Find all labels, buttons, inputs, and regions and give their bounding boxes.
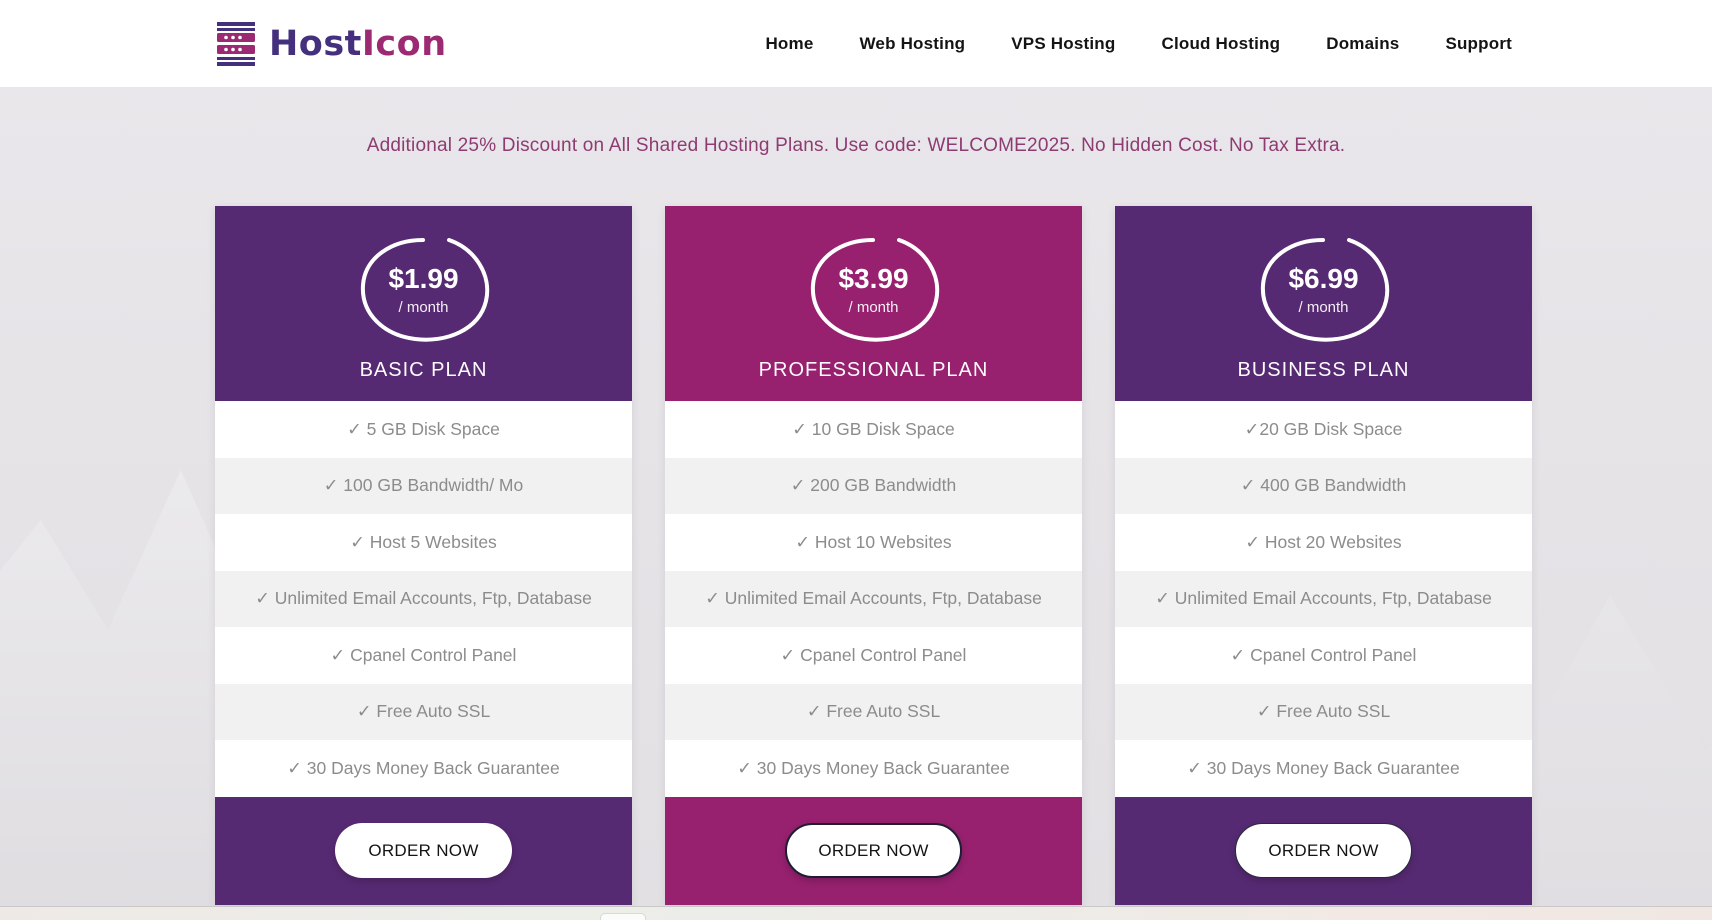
promo-text: Additional 25% Discount on All Shared Ho… xyxy=(366,135,1346,156)
feature-item: ✓ 200 GB Bandwidth xyxy=(665,457,1082,514)
plan-period: / month xyxy=(848,298,899,316)
feature-item: ✓20 GB Disk Space xyxy=(1115,401,1532,458)
plan-period: / month xyxy=(1298,298,1349,316)
feature-item: ✓ 5 GB Disk Space xyxy=(215,401,632,458)
nav-item-support[interactable]: Support xyxy=(1445,34,1512,54)
feature-item: ✓ 30 Days Money Back Guarantee xyxy=(665,740,1082,797)
plan-period: / month xyxy=(398,298,449,316)
nav-item-web-hosting[interactable]: Web Hosting xyxy=(859,34,965,54)
feature-item: ✓ Unlimited Email Accounts, Ftp, Databas… xyxy=(665,570,1082,627)
feature-item: ✓ 30 Days Money Back Guarantee xyxy=(1115,740,1532,797)
feature-list: ✓ 10 GB Disk Space ✓ 200 GB Bandwidth ✓ … xyxy=(665,401,1082,797)
pricing-card-basic: $1.99 / month BASIC PLAN ✓ 5 GB Disk Spa… xyxy=(215,206,632,905)
feature-item: ✓ Cpanel Control Panel xyxy=(665,627,1082,684)
nav-item-cloud-hosting[interactable]: Cloud Hosting xyxy=(1161,34,1280,54)
card-header: $6.99 / month BUSINESS PLAN xyxy=(1115,206,1532,401)
pricing-section: $1.99 / month BASIC PLAN ✓ 5 GB Disk Spa… xyxy=(215,206,1532,905)
site-header: HostIcon Home Web Hosting VPS Hosting Cl… xyxy=(0,0,1712,87)
nav-item-home[interactable]: Home xyxy=(765,34,813,54)
main-navigation: Home Web Hosting VPS Hosting Cloud Hosti… xyxy=(765,34,1512,54)
nav-item-domains[interactable]: Domains xyxy=(1326,34,1399,54)
card-footer: ORDER NOW xyxy=(215,796,632,905)
brand-logo[interactable]: HostIcon xyxy=(213,20,447,68)
card-header: $3.99 / month PROFESSIONAL PLAN xyxy=(665,206,1082,401)
feature-item: ✓ Cpanel Control Panel xyxy=(215,627,632,684)
nav-item-vps-hosting[interactable]: VPS Hosting xyxy=(1011,34,1115,54)
feature-item: ✓ Free Auto SSL xyxy=(215,683,632,740)
card-footer: ORDER NOW xyxy=(665,796,1082,905)
plan-price: $1.99 xyxy=(388,263,459,295)
feature-item: ✓ 10 GB Disk Space xyxy=(665,401,1082,458)
price-badge: $6.99 / month xyxy=(1253,233,1395,345)
order-now-button-professional[interactable]: ORDER NOW xyxy=(785,823,962,879)
brand-name: HostIcon xyxy=(269,23,447,64)
card-header: $1.99 / month BASIC PLAN xyxy=(215,206,632,401)
plan-name: BUSINESS PLAN xyxy=(1237,359,1410,381)
next-section-edge xyxy=(0,906,1712,920)
feature-item: ✓ 30 Days Money Back Guarantee xyxy=(215,740,632,797)
feature-item: ✓ Unlimited Email Accounts, Ftp, Databas… xyxy=(1115,570,1532,627)
price-badge: $1.99 / month xyxy=(353,233,495,345)
feature-list: ✓20 GB Disk Space ✓ 400 GB Bandwidth ✓ H… xyxy=(1115,401,1532,797)
feature-item: ✓ Cpanel Control Panel xyxy=(1115,627,1532,684)
plan-price: $3.99 xyxy=(838,263,909,295)
pricing-card-professional: $3.99 / month PROFESSIONAL PLAN ✓ 10 GB … xyxy=(665,206,1082,905)
plan-price: $6.99 xyxy=(1288,263,1359,295)
feature-item: ✓ 400 GB Bandwidth xyxy=(1115,457,1532,514)
feature-item: ✓ 100 GB Bandwidth/ Mo xyxy=(215,457,632,514)
pricing-card-business: $6.99 / month BUSINESS PLAN ✓20 GB Disk … xyxy=(1115,206,1532,905)
price-badge: $3.99 / month xyxy=(803,233,945,345)
next-section-peek-element xyxy=(600,913,646,920)
feature-item: ✓ Free Auto SSL xyxy=(1115,683,1532,740)
feature-item: ✓ Host 5 Websites xyxy=(215,514,632,571)
feature-item: ✓ Host 10 Websites xyxy=(665,514,1082,571)
plan-name: PROFESSIONAL PLAN xyxy=(758,359,989,381)
server-stack-icon xyxy=(217,21,255,66)
feature-item: ✓ Free Auto SSL xyxy=(665,683,1082,740)
feature-item: ✓ Unlimited Email Accounts, Ftp, Databas… xyxy=(215,570,632,627)
order-now-button-business[interactable]: ORDER NOW xyxy=(1235,823,1412,879)
promo-banner: Additional 25% Discount on All Shared Ho… xyxy=(0,135,1712,157)
feature-list: ✓ 5 GB Disk Space ✓ 100 GB Bandwidth/ Mo… xyxy=(215,401,632,797)
feature-item: ✓ Host 20 Websites xyxy=(1115,514,1532,571)
plan-name: BASIC PLAN xyxy=(359,359,488,381)
card-footer: ORDER NOW xyxy=(1115,796,1532,905)
order-now-button-basic[interactable]: ORDER NOW xyxy=(335,823,512,879)
